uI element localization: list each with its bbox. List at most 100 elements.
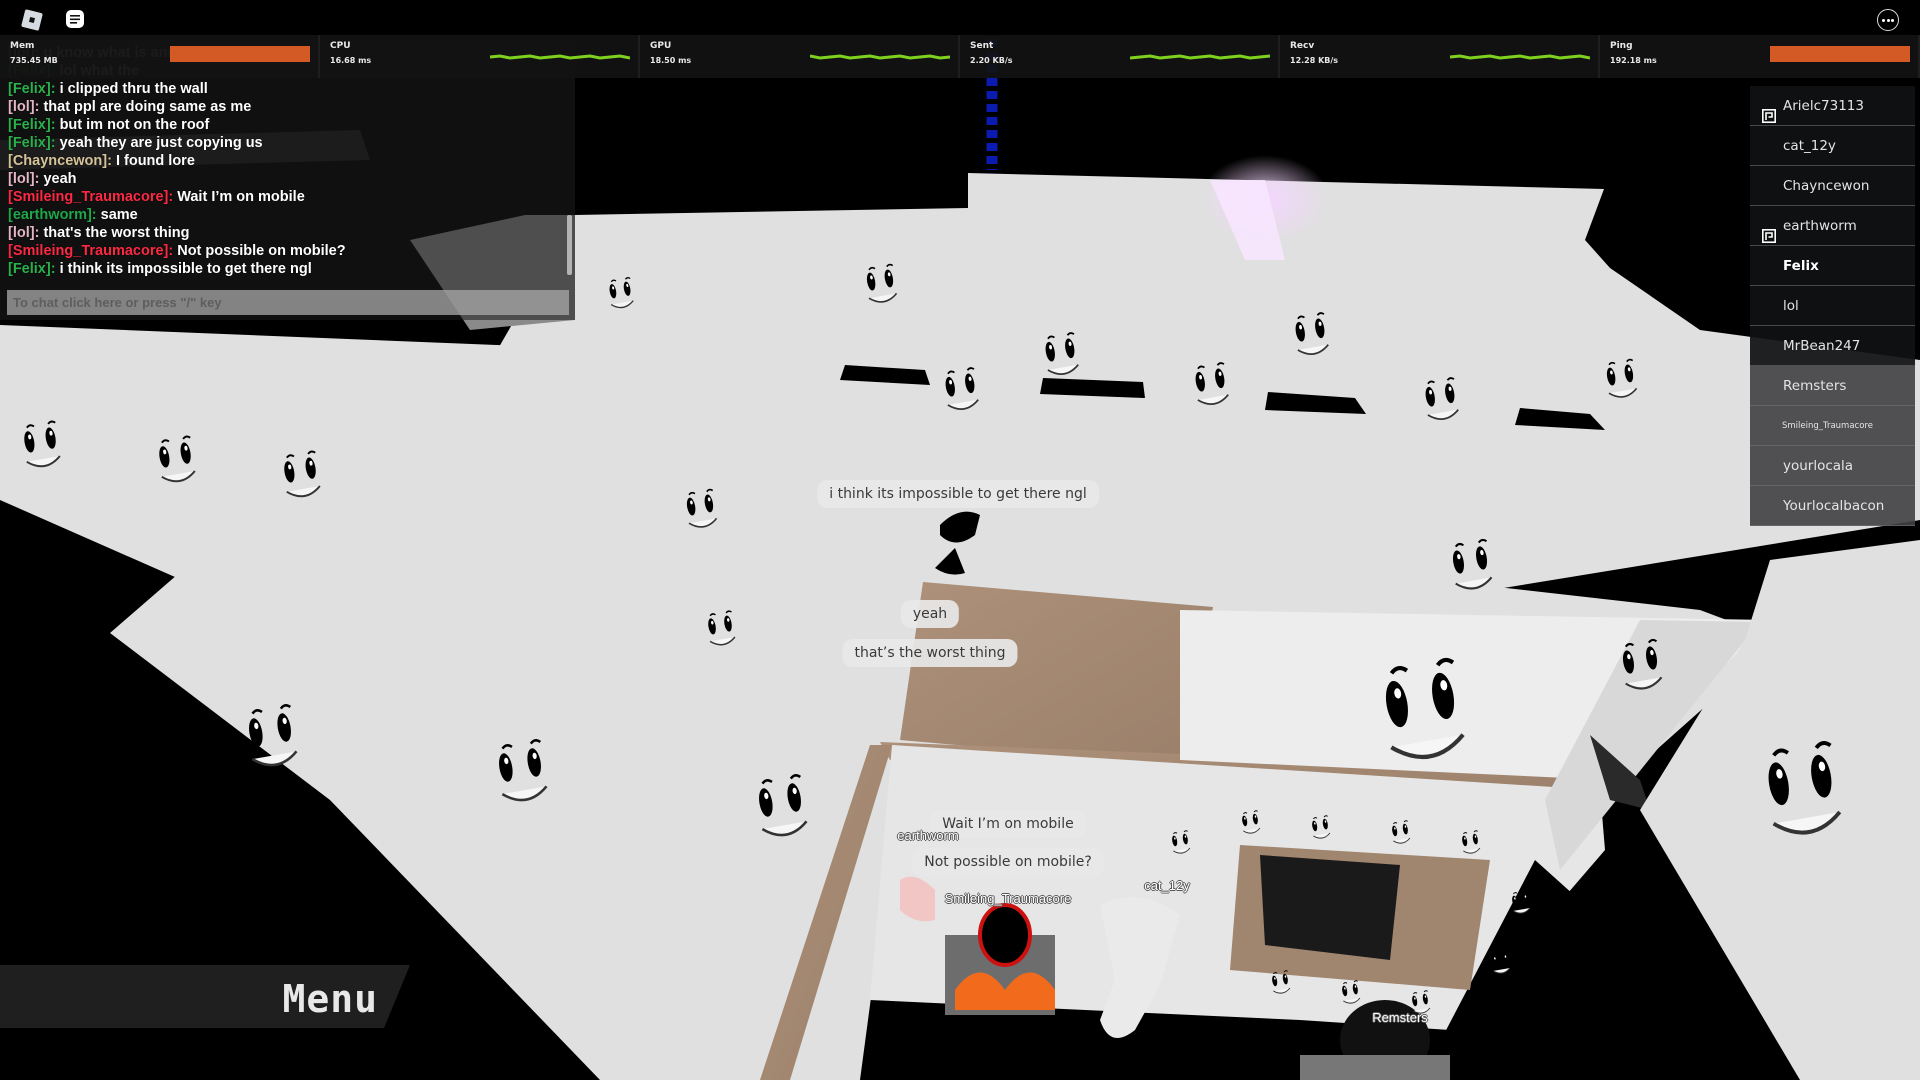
stat-value: 192.18 ms [1610,56,1657,65]
stat-cpu[interactable]: CPU 16.68 ms [320,35,640,78]
stat-graph [1450,54,1590,60]
player-name: Yourlocalbacon [1783,498,1885,514]
player-list-entry[interactable]: Remsters [1750,366,1915,406]
chat-username[interactable]: [Smileing_Traumacore]: [8,189,173,205]
chat-text: yeah they are just copying us [59,135,263,151]
stat-sent[interactable]: Sent 2.20 KB/s [960,35,1280,78]
roblox-logo-icon[interactable] [20,8,44,32]
cage-inner [1260,855,1400,960]
player-nametag: Remsters [1372,1010,1428,1025]
stat-value: 735.45 MB [10,56,58,65]
premium-icon [1762,99,1776,123]
chat-text: same [100,207,138,223]
player-name: cat_12y [1783,138,1836,154]
player-name: Remsters [1783,378,1847,394]
player-list-entry[interactable]: Felix [1750,246,1915,286]
chat-username[interactable]: [Chayncewon]: [8,153,112,169]
speech-bubble: yeah [900,600,960,628]
chat-username[interactable]: [earthworm]: [8,207,97,223]
stat-value: 18.50 ms [650,56,692,65]
stat-warning-bar [170,46,310,62]
chat-username[interactable]: [lol]: [8,99,39,115]
player-list-entry[interactable]: lol [1750,286,1915,326]
chat-text: Wait I’m on mobile [177,189,305,205]
stat-label: Ping [1610,41,1633,51]
chat-message: [Felix]: but im not on the roof [8,116,568,134]
player-nametag: Smileing_Traumacore [944,891,1072,906]
chat-username[interactable]: [Felix]: [8,261,56,277]
player-name: Chayncewon [1783,178,1870,194]
player-list-entry[interactable]: cat_12y [1750,126,1915,166]
chat-scrollbar[interactable] [567,215,572,275]
player-name: Felix [1783,258,1819,274]
chat-text: i clipped thru the wall [59,81,208,97]
player-nametag: earthworm [897,828,959,843]
chat-message: [lol]: that ppl are doing same as me [8,98,568,116]
chat-input[interactable]: To chat click here or press "/" key [7,290,569,315]
player-name: yourlocala [1783,458,1854,474]
chat-message: [lol]: that's the worst thing [8,224,568,242]
player-list-entry[interactable]: MrBean247 [1750,326,1915,366]
chat-username[interactable]: [Smileing_Traumacore]: [8,243,173,259]
stat-graph [810,54,950,60]
player-list-entry[interactable]: Arielc73113 [1750,86,1915,126]
chat-window: [lol]: u know what is ann[Felix]: lol wh… [0,40,575,320]
player-list-entry[interactable]: earthworm [1750,206,1915,246]
stat-graph [490,54,630,60]
player-name: Arielc73113 [1783,98,1864,114]
more-options-icon[interactable] [1877,9,1899,31]
stat-value: 2.20 KB/s [970,56,1013,65]
chat-text: Not possible on mobile? [177,243,346,259]
chat-message: [Chayncewon]: I found lore [8,152,568,170]
speech-bubble: i think its impossible to get there ngl [817,480,1099,508]
stat-value: 16.68 ms [330,56,372,65]
chat-username[interactable]: [lol]: [8,225,39,241]
chat-text: yeah [43,171,77,187]
chat-username[interactable]: [Felix]: [8,117,56,133]
stat-gpu[interactable]: GPU 18.50 ms [640,35,960,78]
player-name: Smileing_Traumacore [1782,421,1873,431]
stat-mem[interactable]: Mem 735.45 MB [0,35,320,78]
player-name: MrBean247 [1783,338,1861,354]
chat-bubble-icon[interactable] [64,8,88,32]
chat-text: I found lore [115,153,195,169]
chat-messages: [lol]: u know what is ann[Felix]: lol wh… [8,44,568,278]
menu-button[interactable]: Menu [0,965,410,1028]
player-list: Arielc73113 cat_12y Chayncewon earthworm Fel… [1750,86,1915,526]
performance-stats-bar: Mem 735.45 MB CPU 16.68 ms GPU 18.50 ms Sent 2.… [0,35,1920,78]
player-name: lol [1783,298,1799,314]
premium-icon [1762,219,1776,243]
chat-message: [Felix]: i clipped thru the wall [8,80,568,98]
speech-bubble: that’s the worst thing [842,639,1018,667]
player-list-entry[interactable]: Yourlocalbacon [1750,486,1915,526]
stat-graph [1130,54,1270,60]
chat-message: [Smileing_Traumacore]: Not possible on m… [8,242,568,260]
stat-label: Mem [10,41,35,51]
chat-text: that ppl are doing same as me [43,99,252,115]
chat-text: that's the worst thing [43,225,190,241]
speech-bubble: Not possible on mobile? [912,848,1104,876]
stat-value: 12.28 KB/s [1290,56,1339,65]
stat-label: Sent [970,41,994,51]
top-bar [0,0,1920,35]
chat-text: but im not on the roof [59,117,210,133]
chat-username[interactable]: [Felix]: [8,81,56,97]
player-list-entry[interactable]: yourlocala [1750,446,1915,486]
stat-warning-bar [1770,46,1910,62]
stat-ping[interactable]: Ping 192.18 ms [1600,35,1920,78]
player-name: earthworm [1783,218,1857,234]
chat-message: [Felix]: i think its impossible to get t… [8,260,568,278]
chat-username[interactable]: [Felix]: [8,135,56,151]
player-nametag: cat_12y [1144,878,1190,893]
chat-message: [Felix]: yeah they are just copying us [8,134,568,152]
stat-label: GPU [650,41,672,51]
stat-recv[interactable]: Recv 12.28 KB/s [1280,35,1600,78]
menu-label: Menu [282,977,378,1021]
chat-message: [Smileing_Traumacore]: Wait I’m on mobil… [8,188,568,206]
chat-username[interactable]: [lol]: [8,171,39,187]
player-list-entry[interactable]: Smileing_Traumacore [1750,406,1915,446]
player-list-entry[interactable]: Chayncewon [1750,166,1915,206]
chat-text: i think its impossible to get there ngl [59,261,312,277]
chat-message: [lol]: yeah [8,170,568,188]
stat-label: Recv [1290,41,1315,51]
